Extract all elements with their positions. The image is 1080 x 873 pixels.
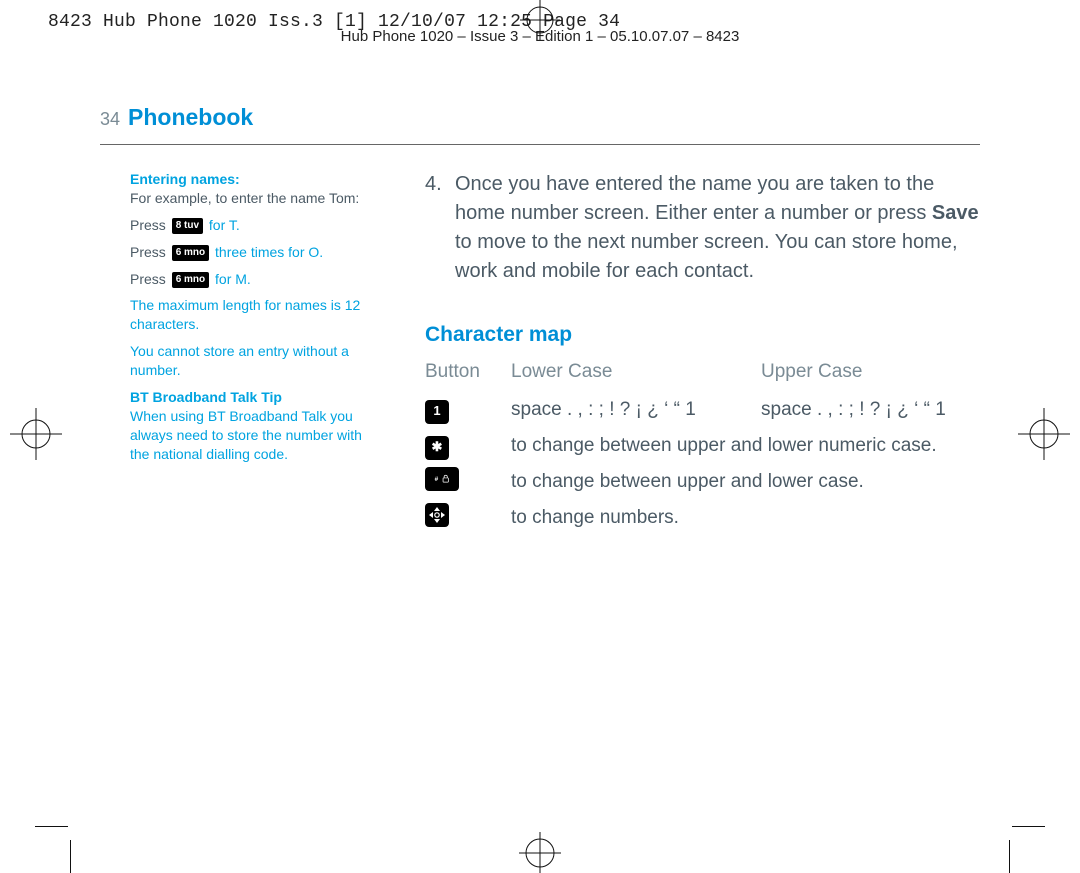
registration-mark-right <box>1018 408 1070 460</box>
character-map-table: Button Lower Case Upper Case 1 space . ,… <box>425 358 985 536</box>
press-label: Press <box>130 217 170 233</box>
step-text-post: to move to the next number screen. You c… <box>455 231 958 282</box>
sidebar: Entering names: For example, to enter th… <box>130 170 365 472</box>
step-text-pre: Once you have entered the name you are t… <box>455 173 934 224</box>
charmap-row-nav: to change numbers. <box>425 500 985 536</box>
bt-tip-body: When using BT Broadband Talk you always … <box>130 408 362 462</box>
col-upper: Upper Case <box>761 358 981 386</box>
row4-text: to change numbers. <box>511 504 981 532</box>
main-column: 4. Once you have entered the name you ar… <box>425 170 985 536</box>
character-map-heading: Character map <box>425 320 985 350</box>
press-line-t: Press 8 tuv for T. <box>130 216 365 235</box>
example-intro: For example, to enter the name Tom: <box>130 190 359 206</box>
keycap-6mno-icon: 6 mno <box>172 245 209 261</box>
keycap-8tuv-icon: 8 tuv <box>172 218 203 234</box>
crop-mark <box>1012 826 1045 827</box>
button-nav-icon <box>425 503 449 527</box>
press-line-o: Press 6 mno three times for O. <box>130 243 365 262</box>
for-m: for M. <box>215 271 251 287</box>
bt-tip-heading: BT Broadband Talk Tip <box>130 389 282 405</box>
step-number: 4. <box>425 170 455 286</box>
press-label: Press <box>130 271 170 287</box>
crop-mark <box>70 840 71 873</box>
col-button: Button <box>425 358 511 386</box>
button-1-icon: 1 <box>425 400 449 424</box>
charmap-row-hash: # to change between upper and lower case… <box>425 464 985 500</box>
charmap-row-1: 1 space . , : ; ! ? ¡ ¿ ‘ “ 1 space . , … <box>425 392 985 428</box>
page: 8423 Hub Phone 1020 Iss.3 [1] 12/10/07 1… <box>0 0 1080 873</box>
print-header-2: Hub Phone 1020 – Issue 3 – Edition 1 – 0… <box>0 28 1080 45</box>
registration-mark-left <box>10 408 62 460</box>
page-title: Phonebook <box>128 104 253 131</box>
charmap-header-row: Button Lower Case Upper Case <box>425 358 985 386</box>
title-rule <box>100 144 980 145</box>
button-star-icon: ✱ <box>425 436 449 460</box>
crop-mark <box>1009 840 1010 873</box>
entering-names-heading: Entering names: <box>130 171 240 187</box>
for-t: for T. <box>209 217 240 233</box>
registration-mark-bottom <box>519 832 561 873</box>
svg-text:#: # <box>435 476 439 483</box>
press-line-m: Press 6 mno for M. <box>130 270 365 289</box>
press-label: Press <box>130 244 170 260</box>
row3-text: to change between upper and lower case. <box>511 468 981 496</box>
row2-text: to change between upper and lower numeri… <box>511 432 981 460</box>
max-length-note: The maximum length for names is 12 chara… <box>130 296 365 334</box>
page-number: 34 <box>100 109 120 130</box>
charmap-row-star: ✱ to change between upper and lower nume… <box>425 428 985 464</box>
no-number-note: You cannot store an entry without a numb… <box>130 342 365 380</box>
keycap-6mno-icon: 6 mno <box>172 272 209 288</box>
col-lower: Lower Case <box>511 358 761 386</box>
crop-mark <box>35 826 68 827</box>
step-4: 4. Once you have entered the name you ar… <box>425 170 985 286</box>
button-hash-lock-icon: # <box>425 467 459 491</box>
save-label: Save <box>932 202 979 224</box>
three-times-o: three times for O. <box>215 244 323 260</box>
row1-lower: space . , : ; ! ? ¡ ¿ ‘ “ 1 <box>511 396 761 424</box>
row1-upper: space . , : ; ! ? ¡ ¿ ‘ “ 1 <box>761 396 981 424</box>
